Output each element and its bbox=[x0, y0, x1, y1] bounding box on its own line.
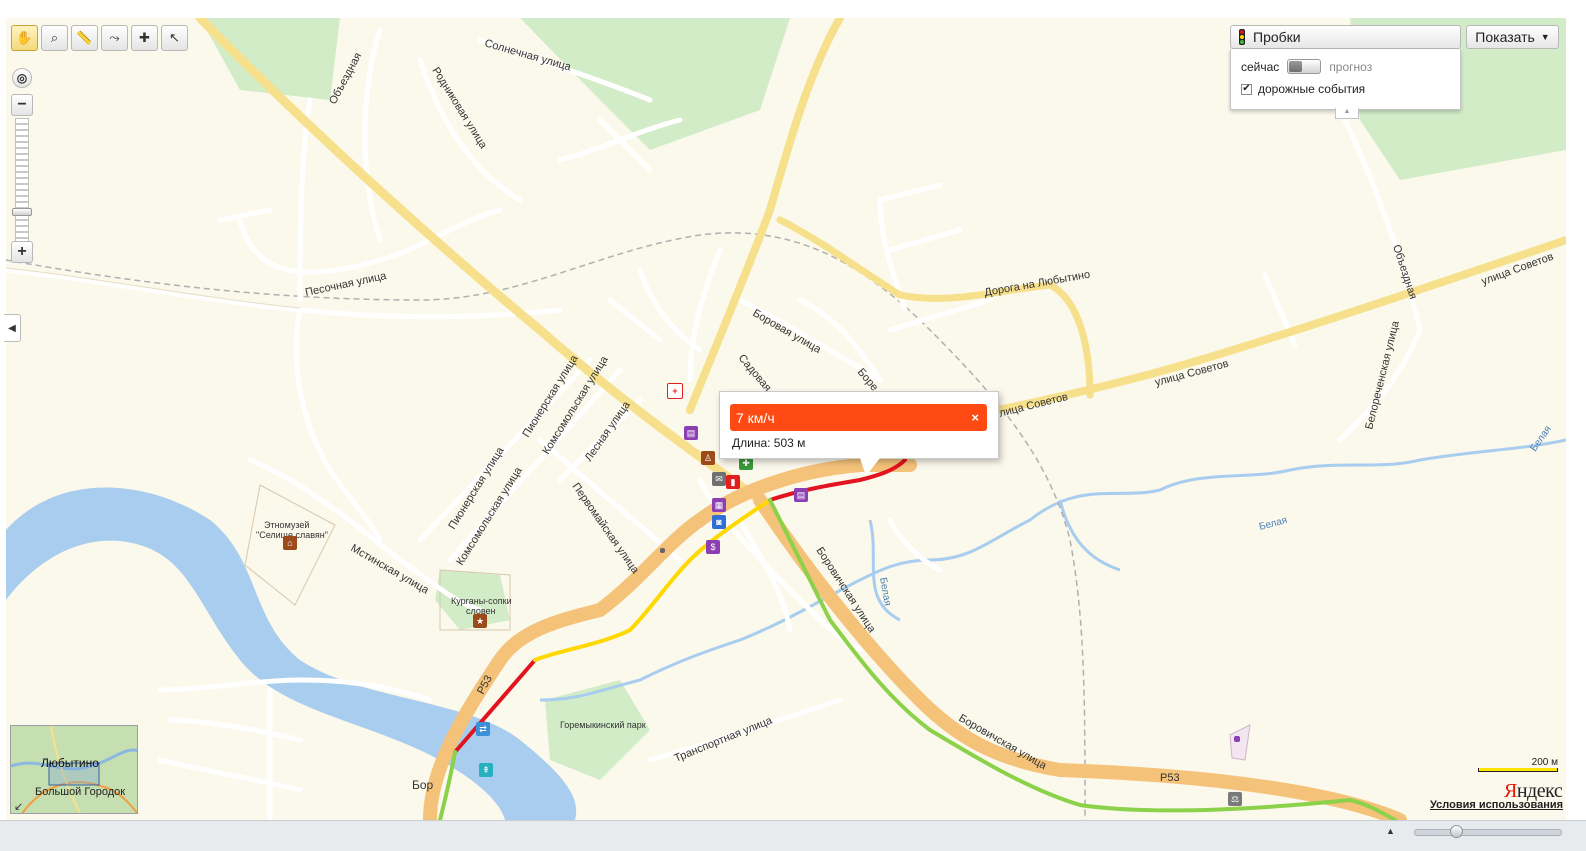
small-point-icon-2 bbox=[660, 548, 665, 553]
chevron-left-icon: ◀ bbox=[8, 322, 16, 334]
terms-link[interactable]: Условия использования bbox=[1430, 799, 1563, 811]
label-bor: Бор bbox=[412, 778, 434, 792]
checkmark-icon: ✔ bbox=[1242, 83, 1251, 94]
museum-icon[interactable]: ⌂ bbox=[283, 536, 297, 550]
monument-icon[interactable]: ♙ bbox=[701, 451, 715, 465]
post-office-icon[interactable]: ✉ bbox=[712, 472, 726, 486]
show-layers-button[interactable]: Показать ▼ bbox=[1466, 25, 1559, 49]
magnifier-icon: ⌕ bbox=[50, 30, 59, 45]
right-panel-edge bbox=[1566, 18, 1586, 820]
speed-header: 7 км/ч × bbox=[730, 404, 987, 431]
add-object-icon: ✚ bbox=[139, 30, 150, 45]
bus-stop-icon[interactable]: ⇄ bbox=[476, 722, 490, 736]
zoom-slider-thumb[interactable] bbox=[12, 207, 32, 216]
traffic-panel: сейчас прогноз ✔ дорожные события ▲ bbox=[1230, 49, 1461, 119]
label-goremyk: Горемыкинский парк bbox=[560, 720, 646, 730]
locate-button[interactable]: ◎ bbox=[12, 68, 32, 88]
route-tool-button[interactable]: ⤳ bbox=[101, 25, 128, 51]
zoom-out-button[interactable]: − bbox=[11, 94, 33, 116]
ruler-icon: 📏 bbox=[76, 30, 93, 45]
forecast-label: прогноз bbox=[1329, 59, 1373, 74]
panel-resize-handle[interactable]: ▲ bbox=[1335, 108, 1359, 119]
show-label: Показать bbox=[1475, 29, 1535, 45]
scale-bar: 200 м bbox=[1478, 757, 1558, 772]
zoom-slider-track[interactable] bbox=[15, 118, 29, 248]
plus-icon: + bbox=[17, 243, 27, 260]
scale-label: 200 м bbox=[1531, 757, 1558, 768]
info-tool-button[interactable]: ↖ bbox=[161, 25, 188, 51]
hospital-icon[interactable]: + bbox=[667, 383, 683, 399]
scale-line bbox=[1478, 768, 1558, 772]
hand-tool-button[interactable]: ✋ bbox=[11, 25, 38, 51]
minimap-town-label: Большой Городок bbox=[35, 786, 126, 798]
bottom-slider-track[interactable] bbox=[1414, 829, 1562, 836]
zoom-control: ◎ − + bbox=[11, 68, 33, 263]
label-etno-1: Этномузей bbox=[264, 520, 309, 530]
police-icon[interactable]: ◙ bbox=[712, 515, 726, 529]
zoom-in-button[interactable]: + bbox=[11, 241, 33, 263]
add-tool-button[interactable]: ✚ bbox=[131, 25, 158, 51]
route-icon: ⤳ bbox=[109, 30, 120, 45]
transit-icon[interactable]: ⇞ bbox=[479, 763, 493, 777]
traffic-light-icon bbox=[1239, 29, 1245, 45]
top-strip bbox=[0, 0, 1586, 19]
overview-minimap[interactable]: Любытино Большой Городок ↙ bbox=[10, 725, 138, 814]
map-toolbar: ✋ ⌕ 📏 ⤳ ✚ ↖ bbox=[11, 25, 188, 53]
store-icon[interactable]: ▦ bbox=[712, 498, 726, 512]
locate-icon: ◎ bbox=[16, 71, 28, 85]
zoom-area-tool-button[interactable]: ⌕ bbox=[41, 25, 68, 51]
minimap-city-label: Любытино bbox=[41, 756, 99, 770]
minimap-toggle-icon[interactable]: ↙ bbox=[14, 800, 23, 813]
close-icon[interactable]: × bbox=[971, 410, 979, 425]
ruler-tool-button[interactable]: 📏 bbox=[71, 25, 98, 51]
landmark-icon[interactable]: ★ bbox=[473, 614, 487, 628]
market-icon[interactable]: ▤ bbox=[794, 488, 808, 502]
bank-icon[interactable]: $ bbox=[706, 540, 720, 554]
traffic-button[interactable]: Пробки bbox=[1230, 25, 1461, 49]
speed-value: 7 км/ч bbox=[736, 409, 775, 426]
expand-up-icon[interactable]: ▲ bbox=[1386, 826, 1395, 836]
minus-icon: − bbox=[17, 96, 27, 113]
cursor-question-icon: ↖ bbox=[169, 30, 180, 45]
label-p53-b: Р53 bbox=[1160, 772, 1180, 784]
road-events-checkbox[interactable]: ✔ bbox=[1241, 83, 1252, 95]
traffic-title: Пробки bbox=[1253, 29, 1301, 45]
shop-icon[interactable]: ▤ bbox=[684, 426, 698, 440]
traffic-info-popup: 7 км/ч × Длина: 503 м bbox=[719, 391, 999, 459]
segment-length: Длина: 503 м bbox=[732, 436, 806, 450]
now-label: сейчас bbox=[1241, 59, 1280, 74]
now-forecast-switch[interactable] bbox=[1287, 59, 1322, 74]
popup-pointer bbox=[860, 458, 880, 476]
bottom-slider-thumb[interactable] bbox=[1450, 825, 1463, 838]
collapse-panel-button[interactable]: ◀ bbox=[4, 314, 21, 342]
small-point-icon bbox=[1234, 736, 1240, 742]
road-events-label: дорожные события bbox=[1258, 82, 1366, 96]
dropdown-arrow-icon: ▼ bbox=[1540, 32, 1550, 42]
bottom-bar bbox=[0, 820, 1586, 851]
hand-icon: ✋ bbox=[16, 30, 33, 45]
fire-station-icon[interactable]: ▮ bbox=[726, 475, 740, 489]
court-icon[interactable]: ⚖ bbox=[1228, 792, 1242, 806]
label-kurgany-1: Курганы-сопки bbox=[451, 596, 512, 606]
